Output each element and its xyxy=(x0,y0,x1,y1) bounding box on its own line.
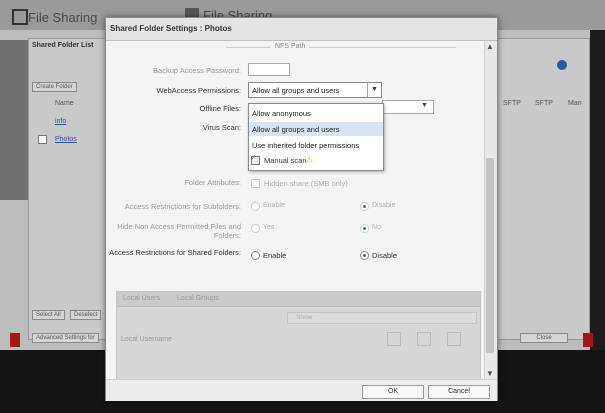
subfolders-enable-label: Enable xyxy=(263,202,285,209)
scroll-up-icon[interactable]: ▲ xyxy=(486,42,494,51)
help-icon[interactable] xyxy=(557,60,567,70)
check-icon: ✓ xyxy=(250,153,257,162)
column-name: Name xyxy=(55,100,74,107)
dropdown-option-all-groups[interactable]: Allow all groups and users xyxy=(249,122,383,136)
hidden-share-checkbox[interactable] xyxy=(251,179,260,188)
webaccess-label: WebAccess Permissions: xyxy=(156,86,241,95)
dialog-titlebar: Shared Folder Settings : Photos xyxy=(106,18,497,41)
subfolders-enable-radio[interactable] xyxy=(251,202,260,211)
folder-row-photos[interactable]: Photos xyxy=(55,136,77,143)
status-marker-right xyxy=(583,333,593,347)
left-toolbar xyxy=(0,40,28,200)
dialog-footer: OK Cancel xyxy=(106,379,497,401)
permission-readonly-icon[interactable] xyxy=(417,332,431,346)
select-all-button[interactable]: Select All xyxy=(32,310,65,320)
section-divider xyxy=(226,47,456,48)
filter-select[interactable]: Show xyxy=(287,312,477,324)
shared-folder-settings-dialog: Shared Folder Settings : Photos NFS Path… xyxy=(105,17,498,401)
ok-button[interactable]: OK xyxy=(362,385,424,399)
hide-yes-radio[interactable] xyxy=(251,224,260,233)
app-title: File Sharing xyxy=(28,10,98,25)
backup-password-label: Backup Access Password: xyxy=(153,66,241,75)
backup-password-field[interactable] xyxy=(248,63,290,76)
chevron-down-icon[interactable]: ▼ xyxy=(367,83,381,97)
virus-scan-label: Virus Scan: xyxy=(202,123,241,132)
filter-label: Show xyxy=(296,314,313,321)
chevron-down-icon[interactable]: ▼ xyxy=(421,102,428,109)
dialog-title: Shared Folder Settings : Photos xyxy=(110,24,232,33)
offline-files-label: Offline Files: xyxy=(199,104,241,113)
folder-attributes-label: Folder Attributes: xyxy=(184,178,241,187)
dialog-body: NFS Path Backup Access Password: WebAcce… xyxy=(106,41,484,379)
advanced-settings-button[interactable]: Advanced Settings for xyxy=(32,333,99,343)
hide-no-radio[interactable] xyxy=(360,224,369,233)
permission-readwrite-icon[interactable] xyxy=(387,332,401,346)
subfolders-disable-label: Disable xyxy=(372,202,396,209)
scrollbar-thumb[interactable] xyxy=(486,158,494,353)
permissions-section: Local Users Local Groups Show Local User… xyxy=(116,291,481,379)
nfs-path-header: NFS Path xyxy=(271,43,310,50)
shared-enable-label: Enable xyxy=(263,251,287,260)
manual-scan-label: Manual scan xyxy=(264,156,307,165)
webaccess-select[interactable]: Allow all groups and users ▼ xyxy=(248,82,382,98)
folder-row-info[interactable]: info xyxy=(55,118,66,125)
hidden-share-label: Hidden share (SMB only) xyxy=(264,179,348,188)
hide-files-label: Hide Non Access Permitted Files and Fold… xyxy=(117,222,241,240)
scroll-down-icon[interactable]: ▼ xyxy=(486,369,494,378)
panel-title: Shared Folder List xyxy=(32,42,94,49)
shared-disable-label: Disable xyxy=(372,251,398,260)
status-marker-left xyxy=(10,333,20,347)
row-checkbox[interactable] xyxy=(38,135,47,144)
tab-local-groups[interactable]: Local Groups xyxy=(177,295,219,302)
close-button[interactable]: Close xyxy=(520,333,568,343)
dropdown-option-anonymous[interactable]: Allow anonymous xyxy=(249,106,383,120)
hide-no-label: No xyxy=(372,224,381,231)
folder-icon xyxy=(12,9,28,25)
create-folder-button[interactable]: Create Folder xyxy=(32,82,77,92)
shared-disable-radio[interactable] xyxy=(360,251,369,260)
deselect-button[interactable]: Deselect xyxy=(70,310,102,320)
permission-deny-icon[interactable] xyxy=(447,332,461,346)
permissions-tabbar xyxy=(117,292,480,307)
warning-icon: ⚠ xyxy=(306,155,314,164)
webaccess-value: Allow all groups and users xyxy=(252,86,340,95)
tab-local-users[interactable]: Local Users xyxy=(123,295,160,302)
dropdown-option-inherited[interactable]: Use inherited folder permissions xyxy=(249,138,383,152)
hide-yes-label: Yes xyxy=(263,224,275,231)
column-sftp-2: SFTP xyxy=(535,100,553,107)
local-username-header: Local Username xyxy=(121,336,172,343)
cancel-button[interactable]: Cancel xyxy=(428,385,490,399)
shared-folders-label: Access Restrictions for Shared Folders: xyxy=(109,248,241,257)
subfolders-label: Access Restrictions for Subfolders: xyxy=(124,202,241,211)
column-man: Man xyxy=(568,100,582,107)
offline-files-select[interactable]: ▼ xyxy=(382,100,434,114)
subfolders-disable-radio[interactable] xyxy=(360,202,369,211)
column-sftp: SFTP xyxy=(503,100,521,107)
shared-enable-radio[interactable] xyxy=(251,251,260,260)
